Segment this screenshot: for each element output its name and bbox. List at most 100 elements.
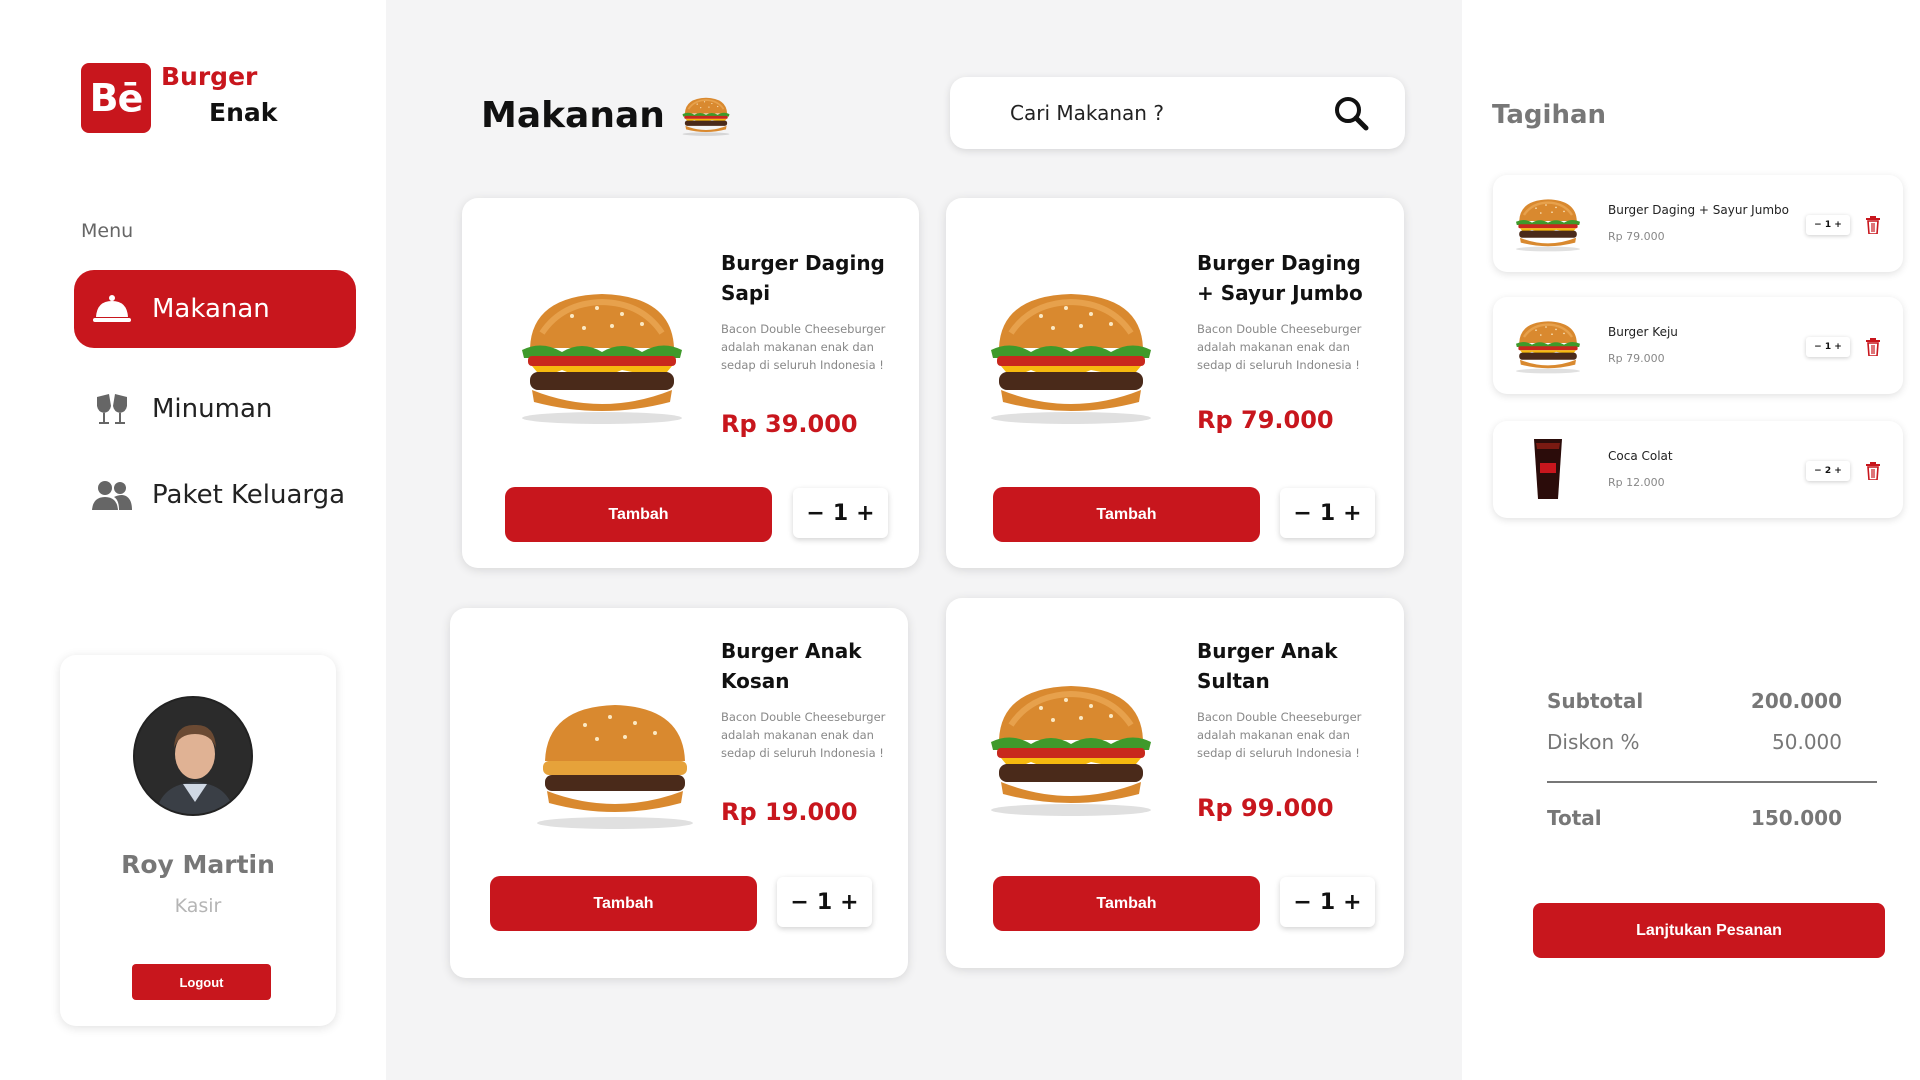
- bill-item-image: [1508, 435, 1588, 503]
- bill-item-image: [1508, 189, 1588, 257]
- brand-logo[interactable]: Bē Burger Enak: [81, 63, 277, 133]
- search-input[interactable]: Cari Makanan ?: [1010, 101, 1333, 125]
- avatar[interactable]: [133, 696, 253, 816]
- product-description: Bacon Double Cheeseburger adalah makanan…: [1197, 710, 1362, 760]
- menu-heading: Menu: [81, 220, 134, 242]
- quantity-stepper[interactable]: − 1 +: [793, 488, 888, 538]
- product-image: [515, 683, 715, 833]
- trash-icon[interactable]: [1865, 462, 1881, 480]
- plus-icon[interactable]: +: [840, 890, 858, 915]
- bill-item: Burger Keju Rp 79.000 − 1 +: [1493, 297, 1903, 394]
- continue-order-button[interactable]: Lanjtukan Pesanan: [1533, 903, 1885, 958]
- quantity-value: 1: [1319, 500, 1336, 526]
- discount-row: Diskon % 50.000: [1547, 730, 1842, 754]
- quantity-stepper[interactable]: − 1 +: [1280, 877, 1375, 927]
- product-name: Burger Daging + Sayur Jumbo: [1197, 251, 1363, 305]
- minus-icon[interactable]: −: [1293, 890, 1311, 915]
- product-image: [971, 278, 1171, 428]
- brand-name-line1: Burger: [161, 62, 258, 91]
- cloche-icon: [92, 289, 132, 329]
- quantity-value: 1: [1319, 889, 1336, 915]
- total-label: Total: [1547, 806, 1602, 830]
- product-price: Rp 39.000: [721, 410, 858, 438]
- bill-item-name: Coca Colat: [1608, 449, 1673, 463]
- search-icon[interactable]: [1333, 95, 1369, 131]
- bill-item-price: Rp 12.000: [1608, 476, 1665, 489]
- bill-item-price: Rp 79.000: [1608, 230, 1665, 243]
- subtotal-row: Subtotal 200.000: [1547, 689, 1842, 713]
- product-name: Burger Daging Sapi: [721, 251, 885, 305]
- cheers-glasses-icon: [92, 389, 132, 429]
- quantity-stepper[interactable]: − 1 +: [1806, 215, 1850, 235]
- product-description: Bacon Double Cheeseburger adalah makanan…: [721, 322, 886, 372]
- quantity-stepper[interactable]: − 1 +: [777, 877, 872, 927]
- profile-role: Kasir: [174, 895, 222, 917]
- product-name: Burger Anak Sultan: [1197, 639, 1338, 693]
- bill-item-image: [1508, 311, 1588, 379]
- minus-icon[interactable]: −: [790, 890, 808, 915]
- bill-item: Coca Colat Rp 12.000 − 2 +: [1493, 421, 1903, 518]
- trash-icon[interactable]: [1865, 338, 1881, 356]
- total-value: 150.000: [1750, 806, 1842, 830]
- product-card: Burger Daging + Sayur Jumbo Bacon Double…: [946, 198, 1404, 568]
- bill-item-name: Burger Keju: [1608, 325, 1678, 339]
- sidebar-item-makanan[interactable]: Makanan: [74, 270, 356, 348]
- sidebar-item-label: Makanan: [152, 294, 270, 324]
- add-button[interactable]: Tambah: [993, 487, 1260, 542]
- burger-icon: [673, 93, 739, 137]
- quantity-value: 1: [816, 889, 833, 915]
- users-icon: [92, 475, 132, 515]
- minus-icon[interactable]: −: [806, 501, 824, 526]
- plus-icon[interactable]: +: [1834, 342, 1842, 352]
- trash-icon[interactable]: [1865, 216, 1881, 234]
- plus-icon[interactable]: +: [1343, 501, 1361, 526]
- minus-icon[interactable]: −: [1814, 220, 1822, 230]
- quantity-value: 1: [1824, 342, 1832, 352]
- product-price: Rp 99.000: [1197, 794, 1334, 822]
- sidebar-item-label: Paket Keluarga: [152, 480, 346, 510]
- add-button[interactable]: Tambah: [490, 876, 757, 931]
- bill-item: Burger Daging + Sayur Jumbo Rp 79.000 − …: [1493, 175, 1903, 272]
- product-card: Burger Daging Sapi Bacon Double Cheesebu…: [462, 198, 919, 568]
- product-price: Rp 19.000: [721, 798, 858, 826]
- quantity-value: 2: [1824, 466, 1832, 476]
- minus-icon[interactable]: −: [1814, 466, 1822, 476]
- minus-icon[interactable]: −: [1814, 342, 1822, 352]
- total-row: Total 150.000: [1547, 806, 1842, 830]
- sidebar-item-label: Minuman: [152, 394, 273, 424]
- quantity-stepper[interactable]: − 2 +: [1806, 461, 1850, 481]
- sidebar-item-minuman[interactable]: Minuman: [74, 370, 356, 448]
- sidebar-item-paket-keluarga[interactable]: Paket Keluarga: [74, 456, 356, 534]
- add-button[interactable]: Tambah: [505, 487, 772, 542]
- subtotal-label: Subtotal: [1547, 689, 1644, 713]
- logout-button[interactable]: Logout: [132, 964, 271, 1000]
- brand-name: Burger Enak: [161, 63, 277, 126]
- main-content: Makanan Cari Makanan ? Burger Daging Sap…: [386, 0, 1462, 1080]
- bill-item-name: Burger Daging + Sayur Jumbo: [1608, 203, 1789, 217]
- product-card: Burger Anak Kosan Bacon Double Cheesebur…: [450, 608, 908, 978]
- plus-icon[interactable]: +: [856, 501, 874, 526]
- quantity-stepper[interactable]: − 1 +: [1806, 337, 1850, 357]
- bill-panel: Tagihan Burger Daging + Sayur Jumbo Rp 7…: [1462, 0, 1920, 1080]
- plus-icon[interactable]: +: [1834, 466, 1842, 476]
- page-title: Makanan: [481, 95, 665, 136]
- logo-mark: Bē: [81, 63, 151, 133]
- discount-value: 50.000: [1772, 730, 1842, 754]
- summary-divider: [1547, 781, 1877, 783]
- minus-icon[interactable]: −: [1293, 501, 1311, 526]
- product-image: [502, 278, 702, 428]
- search-bar[interactable]: Cari Makanan ?: [950, 77, 1405, 149]
- product-price: Rp 79.000: [1197, 406, 1334, 434]
- sidebar: Bē Burger Enak Menu Makanan Minuman Pake…: [0, 0, 386, 1080]
- bill-title: Tagihan: [1492, 100, 1607, 130]
- brand-name-line2: Enak: [209, 97, 278, 127]
- subtotal-value: 200.000: [1750, 689, 1842, 713]
- bill-item-price: Rp 79.000: [1608, 352, 1665, 365]
- quantity-stepper[interactable]: − 1 +: [1280, 488, 1375, 538]
- plus-icon[interactable]: +: [1343, 890, 1361, 915]
- add-button[interactable]: Tambah: [993, 876, 1260, 931]
- plus-icon[interactable]: +: [1834, 220, 1842, 230]
- profile-card: Roy Martin Kasir Logout: [60, 655, 336, 1026]
- quantity-value: 1: [1824, 220, 1832, 230]
- quantity-value: 1: [832, 500, 849, 526]
